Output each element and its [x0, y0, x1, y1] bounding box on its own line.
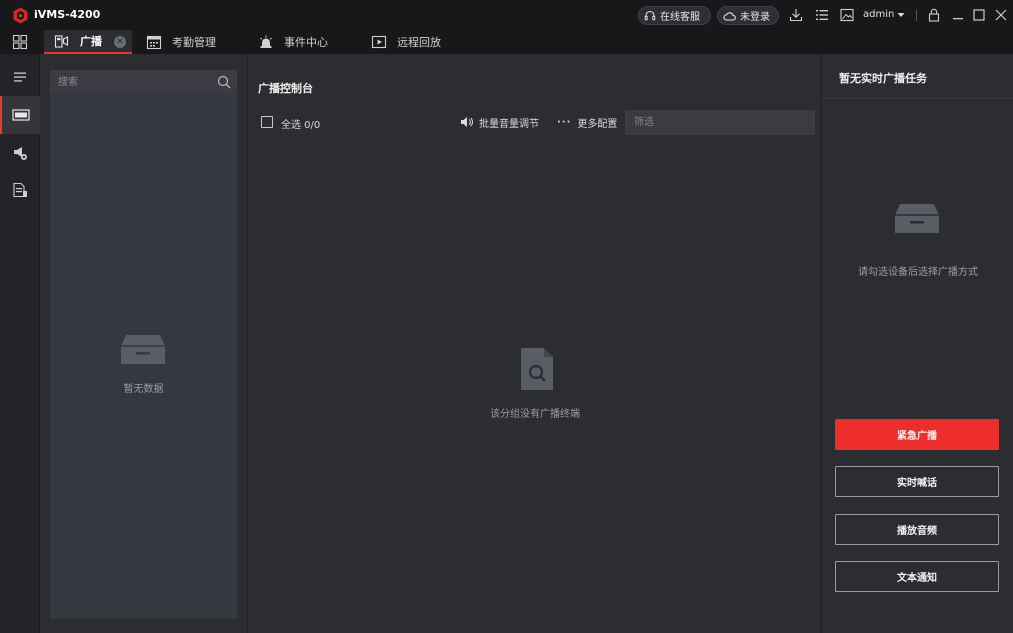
speaker-icon [14, 147, 27, 160]
device-search [50, 70, 237, 94]
minimize-icon[interactable] [950, 7, 966, 23]
task-panel-hint: 请勾选设备后选择广播方式 [858, 267, 978, 278]
tab-label: 远程回放 [397, 36, 441, 49]
device-list: 暂无数据 [50, 94, 237, 619]
side-nav [0, 54, 40, 633]
nav-broadcast-device[interactable] [0, 96, 40, 134]
module-grid-icon[interactable] [12, 34, 28, 50]
console-empty-text: 该分组没有广播终端 [490, 409, 580, 420]
empty-text: 暂无数据 [123, 384, 164, 395]
cloud-icon [723, 11, 736, 21]
tab-close-icon[interactable]: ✕ [114, 36, 126, 48]
broadcast-device-icon [12, 109, 30, 121]
login-button[interactable]: 未登录 [717, 6, 779, 25]
tab-bar: 广播 ✕ 考勤管理 事件中心 远程回放 [0, 30, 1013, 54]
tab-broadcast[interactable]: 广播 ✕ [44, 30, 132, 54]
empty-tray-icon [895, 204, 939, 233]
broadcast-icon [54, 35, 69, 48]
maximize-icon[interactable] [971, 7, 987, 23]
tab-label: 考勤管理 [172, 36, 216, 49]
tab-attendance[interactable]: 考勤管理 [146, 30, 236, 54]
search-input[interactable] [58, 75, 208, 89]
divider [916, 10, 917, 21]
calendar-icon [146, 35, 162, 50]
nav-speaker[interactable] [0, 134, 40, 172]
text-notice-button[interactable]: 文本通知 [835, 561, 999, 592]
document-icon [13, 182, 27, 198]
nav-document[interactable] [0, 171, 40, 209]
console-title: 广播控制台 [258, 82, 313, 95]
play-audio-button[interactable]: 播放音频 [835, 514, 999, 545]
app-logo-icon [13, 7, 28, 24]
user-name[interactable]: admin [863, 9, 894, 20]
task-panel-title: 暂无实时广播任务 [839, 72, 927, 85]
close-icon[interactable] [993, 7, 1009, 23]
nav-menu[interactable] [0, 58, 40, 96]
online-service-button[interactable]: 在线客服 [638, 6, 711, 25]
download-icon[interactable] [788, 7, 804, 23]
tab-label: 广播 [80, 35, 102, 48]
app-title: iVMS-4200 [34, 8, 101, 21]
batch-volume-button[interactable]: 批量音量调节 [460, 114, 539, 130]
select-all-checkbox[interactable] [261, 116, 273, 128]
headset-icon [644, 10, 656, 20]
more-dots-icon: ··· [557, 116, 572, 128]
select-all-label: 全选 0/0 [281, 120, 321, 131]
image-icon[interactable] [839, 7, 855, 23]
online-service-label: 在线客服 [660, 12, 700, 23]
live-talk-button[interactable]: 实时喊话 [835, 466, 999, 497]
task-list-icon[interactable] [814, 7, 830, 23]
broadcast-task-panel: 暂无实时广播任务 请勾选设备后选择广播方式 紧急广播 实时喊话 播放音频 文本通… [821, 54, 1013, 633]
lock-icon[interactable] [926, 7, 942, 23]
tab-label: 事件中心 [284, 36, 328, 49]
search-icon[interactable] [217, 75, 231, 89]
tab-remote-playback[interactable]: 远程回放 [371, 30, 461, 54]
title-bar: iVMS-4200 在线客服 未登录 admin [0, 0, 1013, 30]
emergency-broadcast-button[interactable]: 紧急广播 [835, 419, 999, 450]
alarm-icon [260, 35, 272, 48]
playback-icon [371, 35, 387, 49]
device-panel: 暂无数据 [40, 54, 247, 633]
login-label: 未登录 [740, 12, 770, 23]
volume-icon [461, 117, 473, 127]
task-panel-header: 暂无实时广播任务 [822, 54, 1013, 99]
app-window: iVMS-4200 在线客服 未登录 admin 广播 ✕ 考勤管理 事件中心 … [0, 0, 1013, 633]
document-search-icon [521, 348, 553, 390]
tab-event-center[interactable]: 事件中心 [258, 30, 348, 54]
broadcast-console: 广播控制台 全选 0/0 批量音量调节 ··· 更多配置 该分组没有广播终端 [247, 54, 821, 633]
empty-tray-icon [121, 335, 165, 364]
filter-input[interactable] [625, 110, 815, 135]
chevron-down-icon[interactable] [896, 8, 906, 22]
batch-volume-label: 批量音量调节 [479, 118, 539, 130]
more-config-button[interactable]: ··· 更多配置 [557, 114, 617, 130]
more-config-label: 更多配置 [577, 118, 618, 130]
menu-icon [14, 72, 26, 82]
